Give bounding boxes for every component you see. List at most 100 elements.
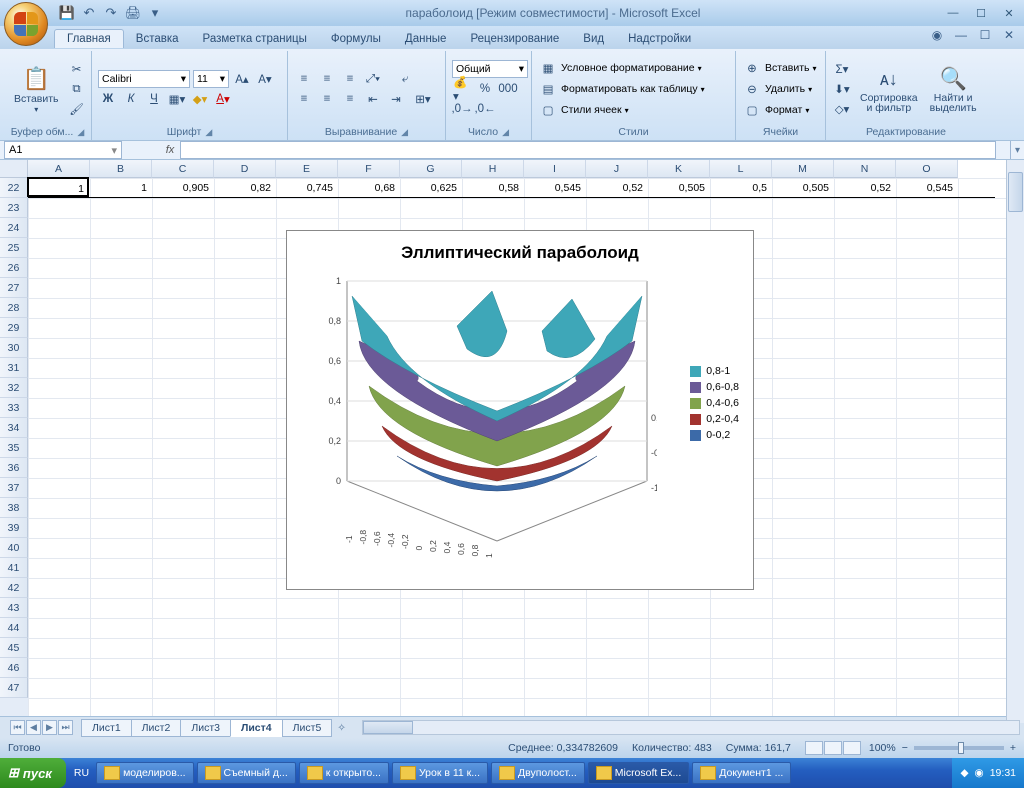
merge-button[interactable]: ⊞▾: [409, 90, 437, 108]
column-headers[interactable]: ABCDEFGHIJKLMNO: [28, 160, 958, 178]
row-header[interactable]: 27: [0, 278, 28, 298]
cell[interactable]: 1: [88, 178, 150, 198]
cell[interactable]: 0,505: [770, 178, 832, 198]
save-icon[interactable]: 💾: [58, 4, 76, 22]
column-header[interactable]: I: [524, 160, 586, 178]
tray-icon[interactable]: ◆: [960, 767, 968, 779]
doc-close-button[interactable]: ✕: [1000, 28, 1018, 42]
clock[interactable]: 19:31: [990, 767, 1016, 779]
sort-filter-button[interactable]: ᴀ↓Сортировка и фильтр: [856, 53, 922, 125]
cell[interactable]: 0,52: [832, 178, 894, 198]
select-all-corner[interactable]: [0, 160, 28, 178]
decrease-indent-icon[interactable]: ⇤: [363, 90, 383, 108]
view-page-layout-button[interactable]: [824, 741, 842, 755]
row-header[interactable]: 31: [0, 358, 28, 378]
clipboard-dialog-launcher[interactable]: ◢: [77, 126, 84, 139]
row-header[interactable]: 26: [0, 258, 28, 278]
row-header[interactable]: 22: [0, 178, 28, 198]
column-header[interactable]: L: [710, 160, 772, 178]
cell[interactable]: 0,905: [150, 178, 212, 198]
maximize-button[interactable]: ☐: [970, 5, 992, 21]
thousands-icon[interactable]: 000: [498, 80, 518, 98]
row-headers[interactable]: 2223242526272829303132333435363738394041…: [0, 178, 28, 716]
formula-expand-icon[interactable]: ▾: [1010, 141, 1024, 159]
column-header[interactable]: M: [772, 160, 834, 178]
taskbar-task[interactable]: моделиров...: [96, 762, 193, 784]
font-size-combo[interactable]: 11▾: [193, 70, 229, 88]
underline-button[interactable]: Ч: [144, 90, 164, 108]
undo-icon[interactable]: ↶: [80, 4, 98, 22]
row-header[interactable]: 40: [0, 538, 28, 558]
align-middle-icon[interactable]: ≡: [317, 70, 337, 88]
tab-nav-first[interactable]: ⏮: [10, 720, 25, 735]
cell[interactable]: 0,545: [522, 178, 584, 198]
column-header[interactable]: N: [834, 160, 896, 178]
row-header[interactable]: 32: [0, 378, 28, 398]
column-header[interactable]: D: [214, 160, 276, 178]
autosum-icon[interactable]: Σ▾: [832, 60, 852, 78]
font-color-button[interactable]: A▾: [213, 90, 233, 108]
start-button[interactable]: ⊞пуск: [0, 758, 66, 788]
cell[interactable]: 0,625: [398, 178, 460, 198]
taskbar-task[interactable]: к открыто...: [299, 762, 389, 784]
row-header[interactable]: 43: [0, 598, 28, 618]
conditional-formatting-button[interactable]: ▦Условное форматирование▾: [538, 59, 729, 77]
find-select-button[interactable]: 🔍Найти и выделить: [926, 53, 981, 125]
font-name-combo[interactable]: Calibri▾: [98, 70, 190, 88]
taskbar-task[interactable]: Microsoft Ex...: [588, 762, 690, 784]
qat-dropdown-icon[interactable]: ▾: [146, 4, 164, 22]
sheet-tab[interactable]: Лист5: [282, 719, 333, 737]
currency-icon[interactable]: 💰▾: [452, 80, 472, 98]
number-dialog-launcher[interactable]: ◢: [502, 126, 509, 139]
border-button[interactable]: ▦▾: [167, 90, 187, 108]
sheet-tab[interactable]: Лист3: [180, 719, 231, 737]
row-header[interactable]: 45: [0, 638, 28, 658]
row-header[interactable]: 33: [0, 398, 28, 418]
column-header[interactable]: J: [586, 160, 648, 178]
row-header[interactable]: 25: [0, 238, 28, 258]
tab-insert[interactable]: Вставка: [124, 30, 191, 48]
bold-button[interactable]: Ж: [98, 90, 118, 108]
font-dialog-launcher[interactable]: ◢: [205, 126, 212, 139]
zoom-out-button[interactable]: −: [902, 742, 908, 754]
office-button[interactable]: [4, 2, 48, 46]
fill-color-button[interactable]: ◆▾: [190, 90, 210, 108]
fill-icon[interactable]: ⬇▾: [832, 80, 852, 98]
fx-icon[interactable]: fx: [162, 144, 178, 156]
tab-page-layout[interactable]: Разметка страницы: [191, 30, 319, 48]
help-icon[interactable]: ◉: [928, 28, 946, 42]
cell[interactable]: 0,52: [584, 178, 646, 198]
align-top-icon[interactable]: ≡: [294, 70, 314, 88]
column-header[interactable]: H: [462, 160, 524, 178]
column-header[interactable]: A: [28, 160, 90, 178]
tab-addins[interactable]: Надстройки: [616, 30, 703, 48]
cell[interactable]: 0,5: [708, 178, 770, 198]
cell[interactable]: 0,82: [212, 178, 274, 198]
row-header[interactable]: 28: [0, 298, 28, 318]
row-header[interactable]: 46: [0, 658, 28, 678]
language-indicator[interactable]: RU: [70, 767, 93, 779]
taskbar-task[interactable]: Документ1 ...: [692, 762, 791, 784]
doc-minimize-button[interactable]: —: [952, 28, 970, 42]
tab-nav-prev[interactable]: ◀: [26, 720, 41, 735]
wrap-text-button[interactable]: ⤶: [386, 70, 424, 88]
view-normal-button[interactable]: [805, 741, 823, 755]
row-header[interactable]: 42: [0, 578, 28, 598]
vertical-scrollbar[interactable]: [1006, 160, 1024, 723]
format-painter-icon[interactable]: 🖌: [67, 100, 87, 118]
column-header[interactable]: B: [90, 160, 152, 178]
delete-cells-button[interactable]: ⊖Удалить▾: [742, 80, 819, 98]
sheet-tab[interactable]: Лист1: [81, 719, 132, 737]
cut-icon[interactable]: ✂: [67, 60, 87, 78]
row-header[interactable]: 23: [0, 198, 28, 218]
decrease-decimal-icon[interactable]: ,0←: [475, 100, 495, 118]
new-sheet-button[interactable]: ✧: [337, 722, 346, 734]
cells-grid[interactable]: 110,9050,820,7450,680,6250,580,5450,520,…: [28, 178, 1024, 716]
grow-font-icon[interactable]: A▴: [232, 70, 252, 88]
insert-cells-button[interactable]: ⊕Вставить▾: [742, 59, 819, 77]
format-cells-button[interactable]: ▢Формат▾: [742, 101, 819, 119]
copy-icon[interactable]: ⧉: [67, 80, 87, 98]
tab-review[interactable]: Рецензирование: [458, 30, 571, 48]
tray-icon[interactable]: ◉: [975, 767, 984, 779]
cell[interactable]: 0,745: [274, 178, 336, 198]
